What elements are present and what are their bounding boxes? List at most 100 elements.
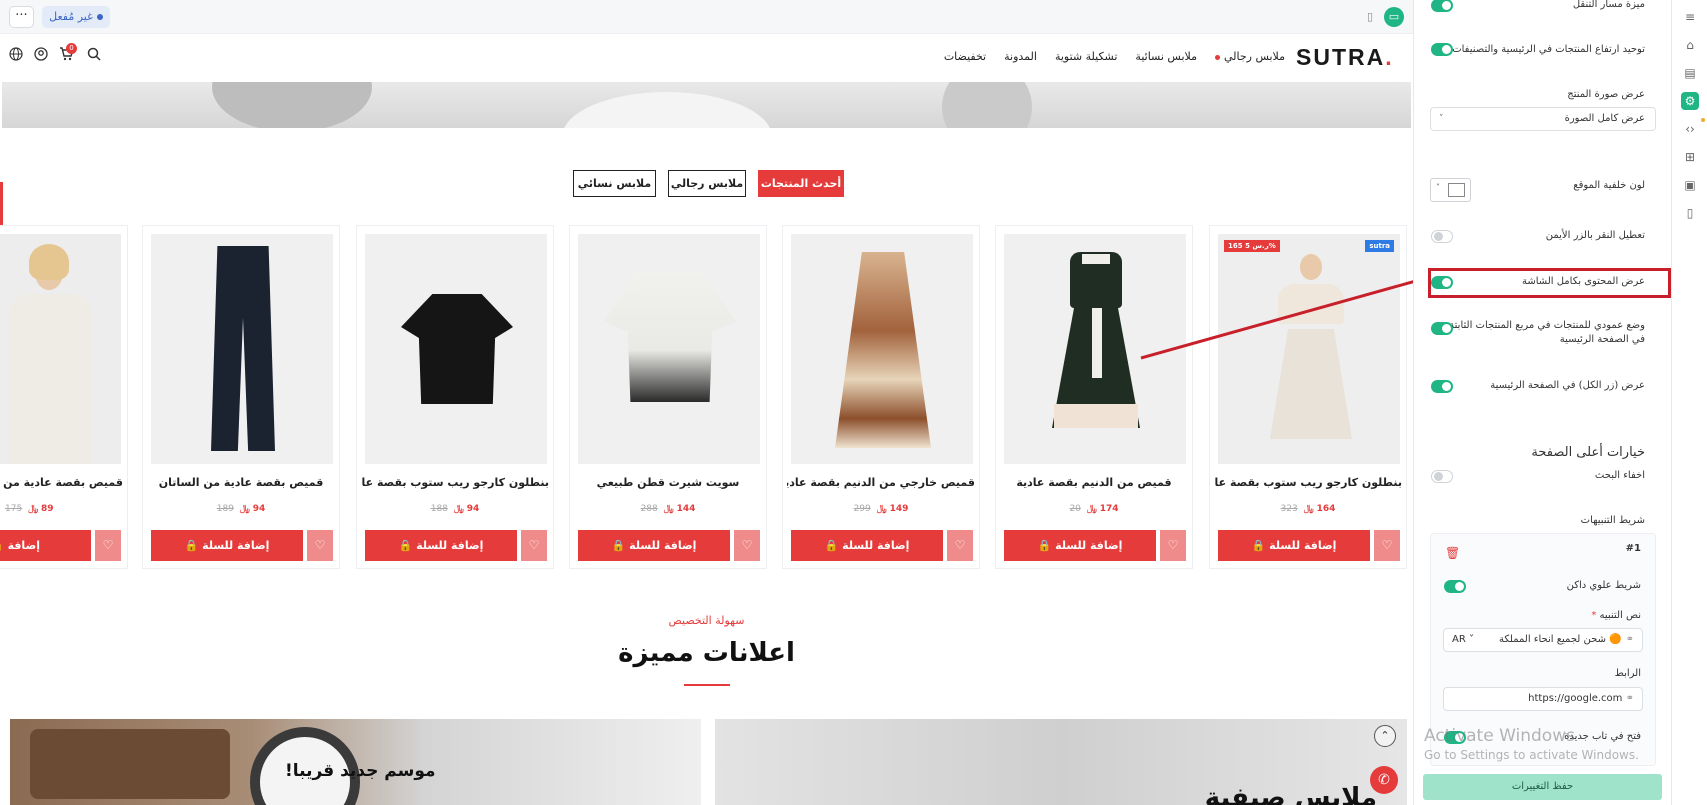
- old-price: 288: [640, 504, 658, 514]
- product-image[interactable]: [791, 234, 973, 464]
- add-to-cart-label: إضافة للسلة: [842, 539, 910, 552]
- product-card[interactable]: قميص بقصة عادية من ا 89 ﷼ 175 إضافة 🔒 ♡: [0, 225, 128, 569]
- tab-women[interactable]: ملابس نسائي: [573, 170, 656, 197]
- product-card[interactable]: قميص من الدنيم بقصة عادية 174 ﷼ 20 إضافة …: [995, 225, 1193, 569]
- product-name[interactable]: قميص من الدنيم بقصة عادية: [1000, 476, 1188, 489]
- cart-icon[interactable]: 0: [57, 43, 77, 65]
- image-display-select[interactable]: عرض كامل الصورة ˅: [1430, 107, 1656, 131]
- product-card[interactable]: 165 ر.س 5% sutra بنطلون كارجو ريب ستوب ب…: [1209, 225, 1407, 569]
- home-icon[interactable]: ⌂: [1681, 36, 1699, 54]
- wishlist-heart-icon[interactable]: ♡: [1160, 530, 1186, 561]
- link-icon: ⚭: [1625, 693, 1634, 704]
- breadcrumb-toggle[interactable]: [1431, 0, 1453, 12]
- settings-panel: ميزة مسار التنقل توحيد ارتفاع المنتجات ف…: [1413, 0, 1671, 805]
- product-image[interactable]: [1004, 234, 1186, 464]
- color-swatch: [1448, 183, 1465, 197]
- currency-icon: ﷼: [453, 504, 464, 514]
- wishlist-heart-icon[interactable]: ♡: [95, 530, 121, 561]
- nav-link-sales[interactable]: تخفيضات: [944, 50, 986, 63]
- add-to-cart-button[interactable]: إضافة للسلة 🔒: [791, 530, 943, 561]
- product-name[interactable]: قميص بقصة عادية من الساتان: [147, 476, 335, 489]
- required-mark: *: [1591, 610, 1600, 621]
- promo-banner-left[interactable]: موسم جديد قريبا!: [10, 719, 701, 805]
- nav-link-winter[interactable]: تشكيلة شتوية: [1055, 50, 1117, 63]
- product-name[interactable]: قميص بقصة عادية من ا: [3, 476, 123, 489]
- show-all-toggle[interactable]: [1431, 380, 1453, 393]
- add-to-cart-button[interactable]: إضافة للسلة 🔒: [578, 530, 730, 561]
- store-icon[interactable]: ▣: [1681, 176, 1699, 194]
- apps-grid-icon[interactable]: ⊞: [1681, 148, 1699, 166]
- add-to-cart-button[interactable]: إضافة للسلة 🔒: [151, 530, 303, 561]
- vertical-mode-toggle[interactable]: [1431, 322, 1453, 335]
- whatsapp-icon[interactable]: ✆: [1370, 766, 1398, 794]
- nav-link-blog[interactable]: المدونة: [1004, 50, 1037, 63]
- link-label: الرابط: [1614, 668, 1641, 679]
- settings-gear-icon[interactable]: ⚙: [1681, 92, 1699, 110]
- store-status-badge[interactable]: غير مُفعل: [42, 6, 110, 28]
- store-logo[interactable]: SUTRA.: [1296, 44, 1394, 71]
- wishlist-heart-icon[interactable]: ♡: [521, 530, 547, 561]
- trash-icon[interactable]: 🗑: [1445, 546, 1460, 560]
- price: 149: [889, 504, 909, 514]
- add-to-cart-button[interactable]: إضافة للسلة 🔒: [1218, 530, 1370, 561]
- globe-icon[interactable]: [7, 47, 25, 65]
- dress-hem-shape: [1054, 404, 1138, 428]
- price-row: 89 ﷼ 175: [5, 504, 127, 514]
- more-options-button[interactable]: ···: [9, 6, 34, 28]
- wishlist-heart-icon[interactable]: ♡: [1374, 530, 1400, 561]
- product-name[interactable]: بنطلون كارجو ريب ستوب بقصة عادية: [1214, 476, 1402, 489]
- promo-banner-right[interactable]: ملابس صيفية: [715, 719, 1407, 805]
- bg-color-picker[interactable]: ˅: [1430, 178, 1471, 202]
- tab-men[interactable]: ملابس رجالي: [668, 170, 746, 197]
- product-image[interactable]: [578, 234, 760, 464]
- link-input[interactable]: https://google.com ⚭: [1443, 687, 1643, 711]
- product-card[interactable]: قميص بقصة عادية من الساتان 94 ﷼ 189 إضافة…: [142, 225, 340, 569]
- add-to-cart-label: إضافة للسلة: [1055, 539, 1123, 552]
- dark-top-bar-toggle[interactable]: [1444, 580, 1466, 593]
- model-hair: [29, 244, 69, 280]
- nav-link-men[interactable]: ملابس رجالي: [1214, 50, 1285, 63]
- add-to-cart-button[interactable]: إضافة للسلة 🔒: [1004, 530, 1156, 561]
- product-card[interactable]: سويت شيرت قطن طبيعي 144 ﷼ 288 إضافة للسلة…: [569, 225, 767, 569]
- product-image[interactable]: 165 ر.س 5% sutra: [1218, 234, 1400, 464]
- section-subtitle: سهولة التخصيص: [668, 614, 745, 627]
- product-name[interactable]: بنطلون كارجو ريب ستوب بقصة عادية: [361, 476, 549, 489]
- alert-text-input[interactable]: ⚭🟠 شحن لجميع انحاء المملكة ˅ AR: [1443, 628, 1643, 652]
- dark-top-bar-label: شريط علوي داكن: [1566, 580, 1641, 591]
- mobile-preview-icon[interactable]: ▯: [1360, 7, 1380, 27]
- add-to-cart-button[interactable]: إضافة للسلة 🔒: [365, 530, 517, 561]
- tshirt-shape: [401, 294, 513, 404]
- product-image[interactable]: [365, 234, 547, 464]
- language-select[interactable]: ˅ AR: [1452, 629, 1474, 651]
- wishlist-heart-icon[interactable]: ♡: [734, 530, 760, 561]
- wishlist-heart-icon[interactable]: ♡: [307, 530, 333, 561]
- menu-icon[interactable]: ≡: [1681, 8, 1699, 26]
- product-name[interactable]: سويت شيرت قطن طبيعي: [574, 476, 762, 489]
- product-image[interactable]: [0, 234, 121, 464]
- hide-search-toggle[interactable]: [1431, 470, 1453, 483]
- scroll-top-button[interactable]: ⌃: [1374, 725, 1396, 747]
- unify-heights-toggle[interactable]: [1431, 43, 1453, 56]
- product-image[interactable]: [151, 234, 333, 464]
- product-card[interactable]: قميص خارجي من الدنيم بقصة عادية 149 ﷼ 299…: [782, 225, 980, 569]
- disable-right-click-toggle[interactable]: [1431, 230, 1453, 243]
- mobile-icon[interactable]: ▯: [1681, 204, 1699, 222]
- tab-latest[interactable]: أحدث المنتجات: [758, 170, 844, 197]
- add-to-cart-button[interactable]: إضافة 🔒: [0, 530, 91, 561]
- hero-shape: [212, 82, 372, 128]
- currency-icon: ﷼: [239, 504, 250, 514]
- product-name[interactable]: قميص خارجي من الدنيم بقصة عادية: [787, 476, 975, 489]
- title-underline: [684, 684, 730, 686]
- desktop-preview-icon[interactable]: ▭: [1384, 7, 1404, 27]
- alert-text-label: نص التنبيه *: [1591, 609, 1641, 623]
- jeans-shape: [211, 246, 275, 451]
- nav-link-women[interactable]: ملابس نسائية: [1135, 50, 1197, 63]
- layout-icon[interactable]: ▤: [1681, 64, 1699, 82]
- user-icon[interactable]: [32, 47, 50, 65]
- code-icon[interactable]: ‹›: [1681, 120, 1699, 138]
- search-icon[interactable]: [85, 47, 103, 65]
- currency-icon: ﷼: [1303, 504, 1314, 514]
- save-changes-button[interactable]: حفظ التغييرات: [1423, 774, 1662, 800]
- wishlist-heart-icon[interactable]: ♡: [947, 530, 973, 561]
- product-card[interactable]: بنطلون كارجو ريب ستوب بقصة عادية 94 ﷼ 188…: [356, 225, 554, 569]
